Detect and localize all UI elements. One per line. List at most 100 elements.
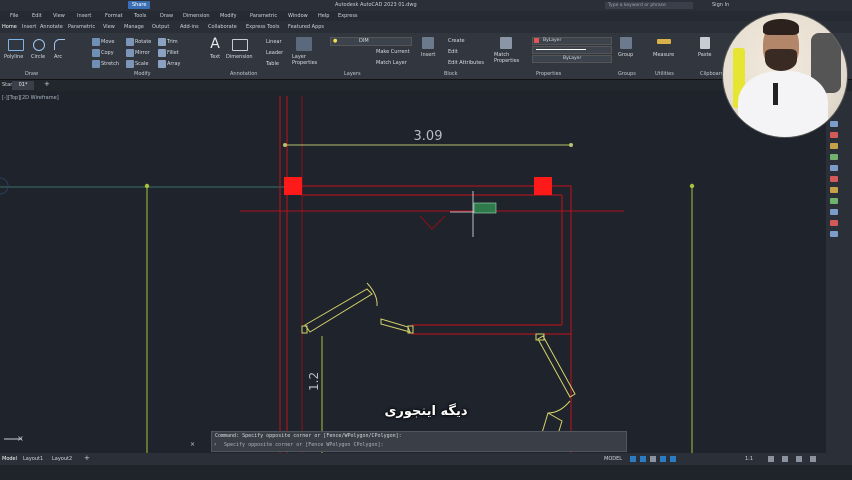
measure-icon[interactable] bbox=[657, 39, 671, 44]
stretch-button[interactable]: Stretch bbox=[101, 61, 119, 67]
trim-button[interactable]: Trim bbox=[167, 39, 178, 45]
annotation-scale[interactable]: 1:1 bbox=[745, 456, 753, 462]
tab-insert[interactable]: Insert bbox=[22, 24, 36, 30]
text-icon[interactable]: A bbox=[209, 37, 221, 51]
match-properties-icon[interactable] bbox=[500, 37, 512, 49]
circle-icon[interactable] bbox=[33, 39, 45, 51]
copy-button[interactable]: Copy bbox=[101, 50, 114, 56]
workspace-icon[interactable] bbox=[768, 456, 774, 462]
group-icon[interactable] bbox=[620, 37, 632, 49]
tab-collaborate[interactable]: Collaborate bbox=[208, 24, 237, 30]
linear-dim-button[interactable]: Linear bbox=[266, 39, 282, 45]
copy-icon[interactable] bbox=[92, 49, 100, 57]
tool-palette-icon[interactable] bbox=[830, 154, 838, 160]
insert-block-icon[interactable] bbox=[422, 37, 434, 49]
table-button[interactable]: Table bbox=[266, 61, 279, 67]
layout1-tab[interactable]: Layout1 bbox=[23, 456, 43, 462]
match-layer-button[interactable]: Match Layer bbox=[376, 60, 407, 66]
tab-manage[interactable]: Manage bbox=[124, 24, 144, 30]
measure-button[interactable]: Measure bbox=[653, 52, 674, 58]
linetype-dropdown[interactable]: ByLayer bbox=[532, 55, 612, 63]
dimension-icon[interactable] bbox=[232, 39, 248, 51]
menu-view[interactable]: View bbox=[53, 13, 65, 19]
tool-palette-icon[interactable] bbox=[830, 209, 838, 215]
osnap-toggle-icon[interactable] bbox=[670, 456, 676, 462]
text-button[interactable]: Text bbox=[210, 54, 220, 60]
menu-insert[interactable]: Insert bbox=[77, 13, 91, 19]
trim-icon[interactable] bbox=[158, 38, 166, 46]
tool-palette-icon[interactable] bbox=[830, 187, 838, 193]
polyline-button[interactable]: Polyline bbox=[4, 54, 23, 60]
make-current-button[interactable]: Make Current bbox=[376, 49, 410, 55]
paste-button[interactable]: Paste bbox=[698, 52, 712, 58]
tool-palette-icon[interactable] bbox=[830, 165, 838, 171]
model-space-toggle[interactable]: MODEL bbox=[604, 456, 622, 462]
tool-palette-icon[interactable] bbox=[830, 231, 838, 237]
tool-palette-icon[interactable] bbox=[830, 121, 838, 127]
tab-featured-apps[interactable]: Featured Apps bbox=[288, 24, 324, 30]
close-command-icon[interactable]: × bbox=[190, 441, 195, 448]
new-tab-icon[interactable]: + bbox=[44, 80, 50, 88]
command-line[interactable]: Command: Specify opposite corner or [Fen… bbox=[211, 431, 627, 452]
menu-express[interactable]: Express bbox=[338, 13, 358, 19]
tab-parametric[interactable]: Parametric bbox=[68, 24, 95, 30]
arc-button[interactable]: Arc bbox=[54, 54, 62, 60]
mirror-button[interactable]: Mirror bbox=[135, 50, 150, 56]
fillet-button[interactable]: Fillet bbox=[167, 50, 179, 56]
move-icon[interactable] bbox=[92, 38, 100, 46]
tool-palette-icon[interactable] bbox=[830, 143, 838, 149]
group-button[interactable]: Group bbox=[618, 52, 633, 58]
polyline-icon[interactable] bbox=[8, 39, 24, 51]
layer-properties-icon[interactable] bbox=[296, 37, 312, 51]
menu-edit[interactable]: Edit bbox=[32, 13, 42, 19]
model-tab[interactable]: Model bbox=[2, 456, 17, 462]
tab-view[interactable]: View bbox=[103, 24, 115, 30]
circle-button[interactable]: Circle bbox=[31, 54, 45, 60]
lineweight-dropdown[interactable] bbox=[532, 46, 612, 54]
drawing-svg[interactable]: 3.09 1.2 × bbox=[0, 91, 826, 453]
grid-toggle-icon[interactable] bbox=[630, 456, 636, 462]
search-input[interactable]: Type a keyword or phrase bbox=[605, 2, 693, 9]
tab-home[interactable]: Home bbox=[2, 24, 17, 30]
arc-icon[interactable] bbox=[54, 39, 65, 50]
rotate-icon[interactable] bbox=[126, 38, 134, 46]
ortho-toggle-icon[interactable] bbox=[650, 456, 656, 462]
edit-attributes-button[interactable]: Edit Attributes bbox=[448, 60, 484, 66]
rotate-button[interactable]: Rotate bbox=[135, 39, 151, 45]
polar-toggle-icon[interactable] bbox=[660, 456, 666, 462]
menu-window[interactable]: Window bbox=[288, 13, 308, 19]
tab-output[interactable]: Output bbox=[152, 24, 169, 30]
menu-help[interactable]: Help bbox=[318, 13, 329, 19]
dimension-button[interactable]: Dimension bbox=[226, 54, 253, 60]
menu-format[interactable]: Format bbox=[105, 13, 123, 19]
menu-dimension[interactable]: Dimension bbox=[183, 13, 210, 19]
scale-icon[interactable] bbox=[126, 60, 134, 68]
scale-button[interactable]: Scale bbox=[135, 61, 148, 67]
fillet-icon[interactable] bbox=[158, 49, 166, 57]
menu-modify[interactable]: Modify bbox=[220, 13, 237, 19]
color-dropdown[interactable]: ByLayer bbox=[532, 37, 612, 45]
menu-draw[interactable]: Draw bbox=[160, 13, 173, 19]
leader-button[interactable]: Leader bbox=[266, 50, 283, 56]
layout2-tab[interactable]: Layout2 bbox=[52, 456, 72, 462]
match-properties-button[interactable]: Match Properties bbox=[494, 52, 522, 64]
tool-palette-icon[interactable] bbox=[830, 198, 838, 204]
viewport-label[interactable]: [-][Top][2D Wireframe] bbox=[2, 95, 59, 101]
edit-block-button[interactable]: Edit bbox=[448, 49, 458, 55]
tab-annotate[interactable]: Annotate bbox=[40, 24, 63, 30]
create-block-button[interactable]: Create bbox=[448, 38, 465, 44]
stretch-icon[interactable] bbox=[92, 60, 100, 68]
mirror-icon[interactable] bbox=[126, 49, 134, 57]
menu-parametric[interactable]: Parametric bbox=[250, 13, 277, 19]
insert-button[interactable]: Insert bbox=[421, 52, 435, 58]
drawing-canvas[interactable]: 3.09 1.2 × [-][Top][2D Wireframe] bbox=[0, 91, 826, 453]
tool-palette-icon[interactable] bbox=[830, 132, 838, 138]
customize-icon[interactable] bbox=[810, 456, 816, 462]
move-button[interactable]: Move bbox=[101, 39, 114, 45]
array-icon[interactable] bbox=[158, 60, 166, 68]
tool-palette-icon[interactable] bbox=[830, 220, 838, 226]
settings-icon[interactable] bbox=[782, 456, 788, 462]
menu-file[interactable]: File bbox=[10, 13, 18, 19]
menu-tools[interactable]: Tools bbox=[134, 13, 146, 19]
add-layout-icon[interactable]: + bbox=[84, 454, 90, 462]
